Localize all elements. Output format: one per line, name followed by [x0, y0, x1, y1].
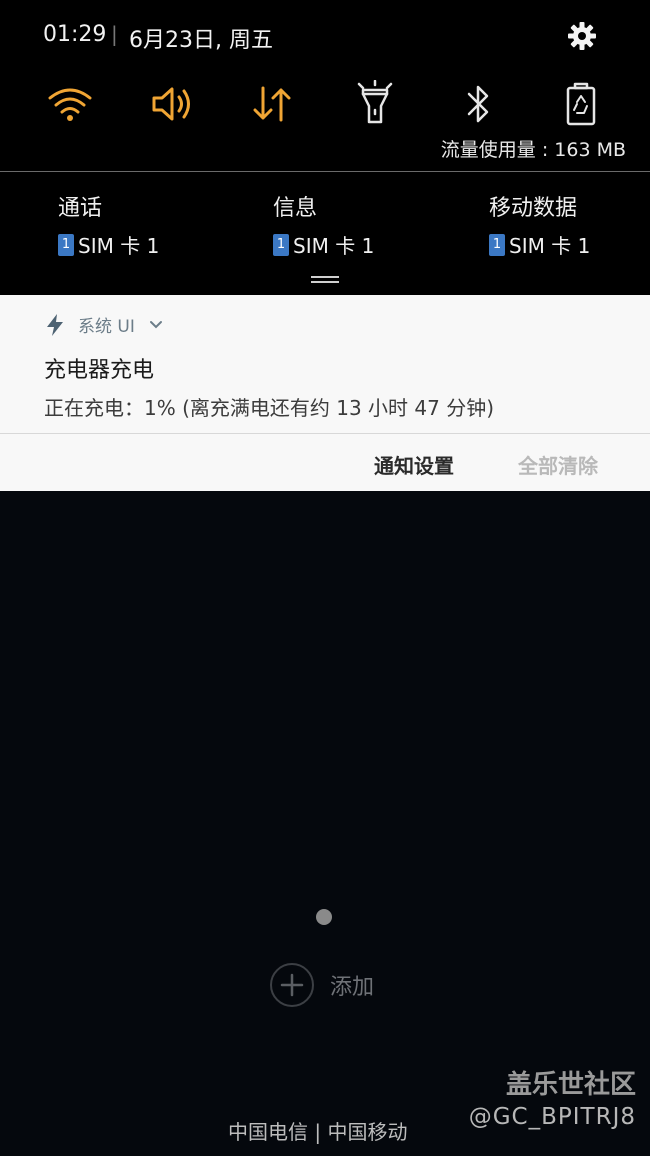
- sim-pref-title: 通话: [58, 196, 103, 221]
- add-label: 添加: [330, 975, 375, 1000]
- page-indicator: [316, 909, 332, 925]
- sim-label: SIM 卡 1: [78, 234, 160, 258]
- data-usage-label: 流量使用量 : 163 MB: [440, 139, 626, 161]
- wifi-icon[interactable]: [46, 80, 94, 128]
- sim-label: SIM 卡 1: [293, 234, 375, 258]
- sim-pref-title: 移动数据: [489, 196, 578, 221]
- carrier-label: 中国电信 | 中国移动: [228, 1120, 408, 1144]
- notification-settings-button[interactable]: 通知设置: [374, 450, 454, 479]
- notification-text: 正在充电：1% (离充满电还有约 13 小时 47 分钟): [44, 396, 495, 420]
- divider: [0, 433, 650, 434]
- gear-icon[interactable]: [566, 20, 598, 52]
- sim-pref-value: 1 SIM 卡 1: [489, 230, 590, 259]
- sim-pref-value: 1 SIM 卡 1: [58, 230, 159, 259]
- clock: 01:29: [43, 22, 107, 47]
- sim-pref-mobile-data[interactable]: 移动数据 1 SIM 卡 1: [489, 190, 590, 259]
- flashlight-icon[interactable]: [351, 80, 399, 128]
- watermark-user: @GC_BPITRJ8: [468, 1104, 636, 1130]
- plus-icon: [270, 963, 314, 1007]
- sim-badge: 1: [58, 233, 74, 256]
- watermark-title: 盖乐世社区: [505, 1070, 636, 1100]
- sound-icon[interactable]: [148, 80, 196, 128]
- sim-preferences: 通话 1 SIM 卡 1 信息 1 SIM 卡 1 移动数据 1 SIM 卡 1: [0, 172, 650, 295]
- notification-app-name: 系统 UI: [78, 317, 135, 337]
- notification-header[interactable]: 系统 UI: [46, 312, 163, 337]
- sim-badge: 1: [273, 233, 289, 256]
- power-saving-icon[interactable]: [557, 80, 605, 128]
- bluetooth-icon[interactable]: [454, 80, 502, 128]
- sim-pref-calls[interactable]: 通话 1 SIM 卡 1: [58, 190, 159, 259]
- sim-pref-value: 1 SIM 卡 1: [273, 230, 374, 259]
- date: 6月23日, 周五: [129, 28, 273, 53]
- status-bar: 01:29 | 6月23日, 周五: [0, 0, 650, 75]
- sim-label: SIM 卡 1: [509, 234, 591, 258]
- lightning-icon: [47, 313, 63, 336]
- notification-card[interactable]: 系统 UI 充电器充电 正在充电：1% (离充满电还有约 13 小时 47 分钟…: [0, 295, 650, 491]
- mobile-data-icon[interactable]: [248, 80, 296, 128]
- quick-settings-panel: 流量使用量 : 163 MB: [0, 75, 650, 172]
- add-button[interactable]: 添加: [270, 963, 374, 1007]
- status-separator: |: [111, 22, 118, 46]
- clear-all-button[interactable]: 全部清除: [518, 450, 598, 479]
- sim-pref-messages[interactable]: 信息 1 SIM 卡 1: [273, 190, 374, 259]
- sim-badge: 1: [489, 233, 505, 256]
- notification-title: 充电器充电: [44, 358, 155, 383]
- sim-pref-title: 信息: [273, 196, 318, 221]
- chevron-down-icon[interactable]: [149, 320, 163, 330]
- panel-drag-handle[interactable]: [311, 276, 339, 284]
